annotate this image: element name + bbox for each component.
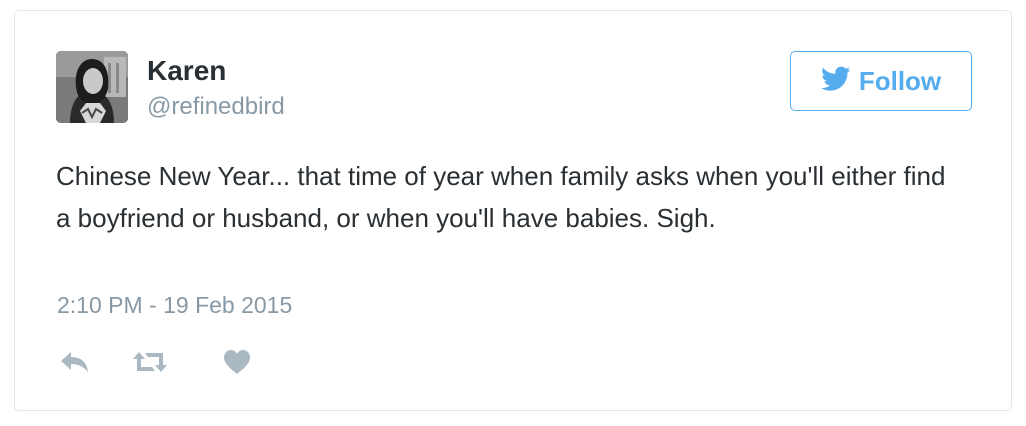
- avatar[interactable]: [56, 51, 128, 123]
- like-button[interactable]: [221, 349, 253, 379]
- reply-button[interactable]: [57, 349, 93, 379]
- tweet-text: Chinese New Year... that time of year wh…: [56, 161, 946, 233]
- retweet-button[interactable]: [131, 349, 169, 379]
- author-handle[interactable]: @refinedbird: [147, 93, 285, 121]
- avatar-photo-icon: [56, 51, 128, 123]
- tweet-card: Karen @refinedbird Follow Chinese New Ye…: [14, 10, 1012, 411]
- tweet-timestamp[interactable]: 2:10 PM - 19 Feb 2015: [57, 291, 292, 319]
- follow-button[interactable]: Follow: [790, 51, 972, 111]
- follow-button-label: Follow: [858, 66, 942, 96]
- heart-icon: [223, 349, 251, 380]
- twitter-bird-icon: [820, 66, 851, 97]
- retweet-icon: [132, 350, 168, 379]
- reply-icon: [60, 351, 90, 378]
- author-display-name[interactable]: Karen: [147, 55, 226, 87]
